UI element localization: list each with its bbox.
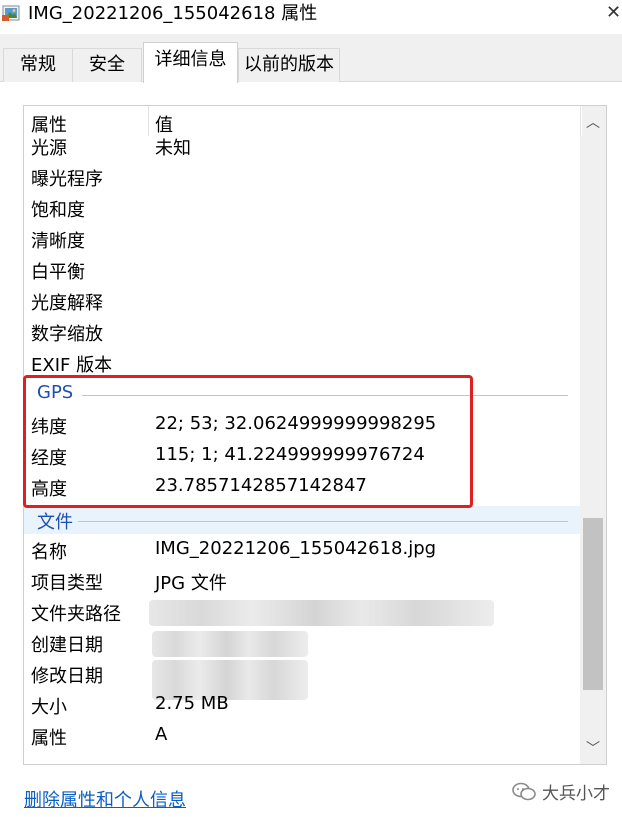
list-item[interactable]: 文件夹路径	[24, 598, 580, 629]
list-item[interactable]: 白平衡	[24, 256, 580, 287]
list-item[interactable]	[24, 753, 580, 764]
property-name: 属性	[31, 728, 67, 749]
list-item[interactable]: 修改日期	[24, 660, 580, 700]
photo-file-icon	[2, 5, 20, 21]
group-title: 文件	[37, 512, 73, 533]
tab-general[interactable]: 常规	[3, 48, 73, 82]
redacted-value	[149, 600, 494, 626]
property-name: 创建日期	[31, 635, 103, 656]
close-icon[interactable]: ✕	[606, 2, 621, 23]
list-item[interactable]: 项目类型 JPG 文件	[24, 567, 580, 598]
property-name: EXIF 版本	[31, 355, 113, 376]
property-name: 曝光程序	[31, 169, 103, 190]
property-name: 大小	[31, 697, 67, 718]
tab-bar: 常规 安全 详细信息 以前的版本	[0, 34, 622, 83]
chevron-up-icon[interactable]: ︿	[586, 112, 600, 132]
scrollbar-thumb[interactable]	[583, 518, 603, 690]
property-name: 光度解释	[31, 293, 103, 314]
window-title: IMG_20221206_155042618 属性	[28, 3, 318, 24]
property-value: A	[155, 724, 168, 745]
tab-security[interactable]: 安全	[72, 48, 142, 82]
group-divider	[78, 521, 568, 522]
property-name: 名称	[31, 542, 67, 563]
list-item[interactable]: 光度解释	[24, 287, 580, 318]
column-divider	[580, 106, 581, 136]
property-value: 未知	[155, 138, 191, 159]
chevron-down-icon[interactable]: ﹀	[586, 738, 600, 758]
column-header-value[interactable]: 值	[155, 111, 173, 137]
property-name: 白平衡	[31, 262, 85, 283]
property-name: 饱和度	[31, 200, 85, 221]
chat-bubble-icon	[512, 782, 536, 801]
list-header: 属性 值	[24, 106, 582, 136]
list-item[interactable]: 曝光程序	[24, 163, 580, 194]
property-name: 文件夹路径	[31, 604, 121, 625]
list-item[interactable]: 清晰度	[24, 225, 580, 256]
property-name: 数字缩放	[31, 324, 103, 345]
property-name: 清晰度	[31, 231, 85, 252]
property-value: IMG_20221206_155042618.jpg	[155, 538, 437, 559]
watermark-text: 大兵小才	[542, 784, 610, 804]
column-header-property[interactable]: 属性	[31, 111, 67, 137]
list-item[interactable]: 光源 未知	[24, 132, 580, 163]
redacted-value	[152, 631, 308, 657]
list-item[interactable]: 属性 A	[24, 722, 580, 753]
list-item[interactable]: 创建日期	[24, 629, 580, 660]
property-value: 2.75 MB	[155, 693, 229, 714]
property-name: 修改日期	[31, 666, 103, 687]
property-name: 项目类型	[31, 573, 103, 594]
list-item[interactable]: 数字缩放	[24, 318, 580, 349]
list-item[interactable]: 饱和度	[24, 194, 580, 225]
property-value: JPG 文件	[155, 573, 227, 594]
column-divider[interactable]	[148, 106, 149, 136]
title-bar: IMG_20221206_155042618 属性 ✕	[0, 0, 622, 34]
vertical-scrollbar[interactable]: ︿ ﹀	[580, 106, 606, 764]
list-item[interactable]: 名称 IMG_20221206_155042618.jpg	[24, 536, 580, 567]
remove-properties-link[interactable]: 删除属性和个人信息	[24, 786, 186, 812]
list-item[interactable]: 大小 2.75 MB	[24, 691, 580, 722]
property-name: 光源	[31, 138, 67, 159]
group-header-file[interactable]: 文件	[24, 506, 580, 534]
highlight-box	[23, 375, 473, 508]
tab-previous-versions[interactable]: 以前的版本	[238, 48, 340, 82]
tab-details[interactable]: 详细信息	[143, 42, 238, 83]
